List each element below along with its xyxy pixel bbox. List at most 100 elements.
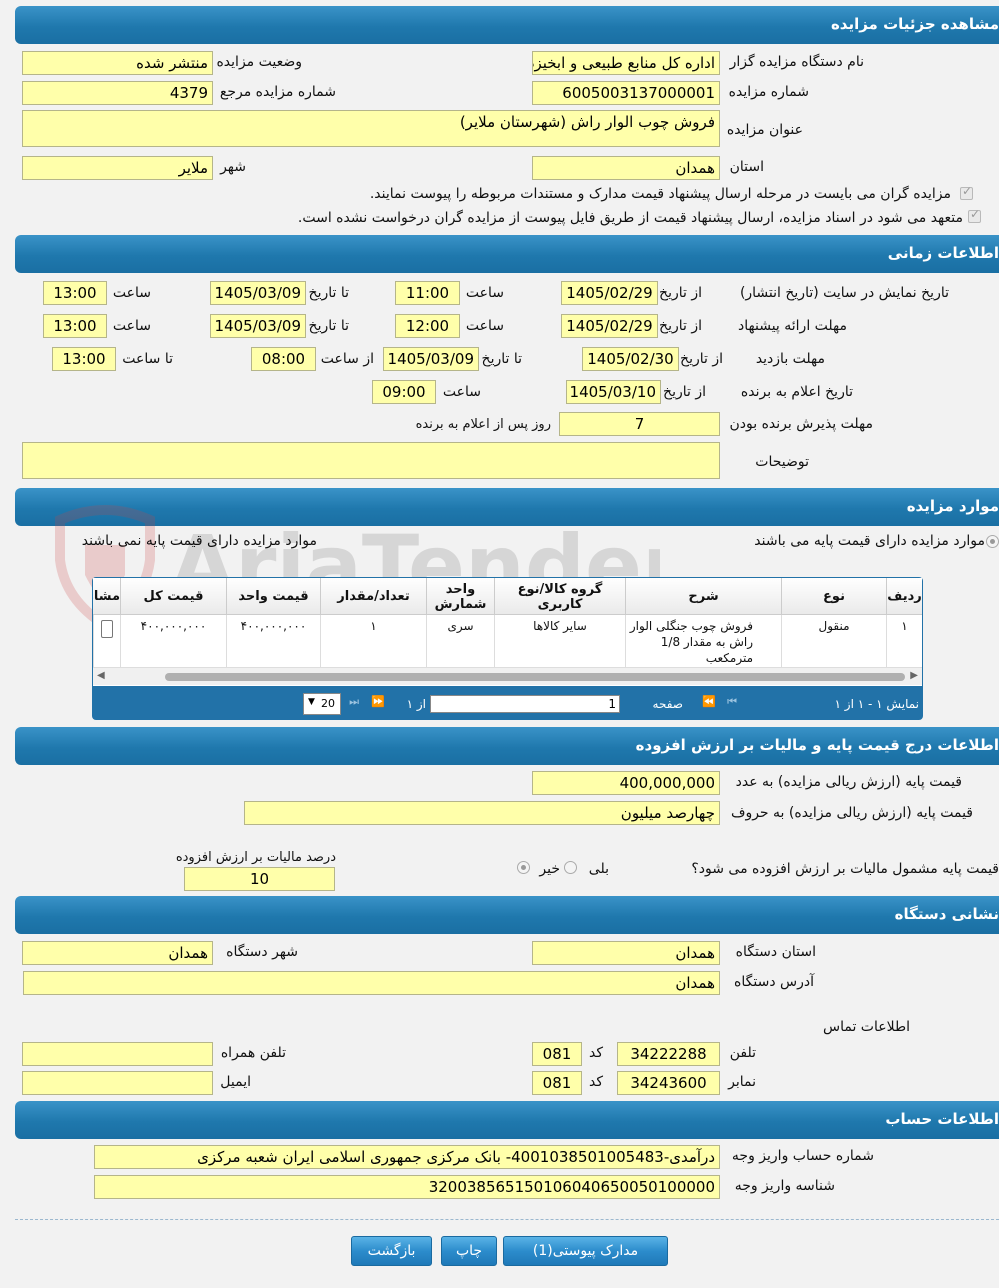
- pager-first-icon[interactable]: ⏮: [727, 695, 737, 709]
- no-attach-text: متعهد می شود در اسناد مزایده، ارسال پیشن…: [297, 210, 963, 226]
- ref-field[interactable]: 4379: [22, 81, 213, 105]
- price-words-field[interactable]: چهارصد میلیون: [244, 801, 720, 825]
- display-from-time-label: ساعت: [465, 285, 504, 301]
- pager-size-select[interactable]: ▼ 20: [303, 693, 341, 715]
- display-from-field[interactable]: 1405/02/29: [561, 281, 658, 305]
- display-to-field[interactable]: 1405/03/09: [210, 281, 306, 305]
- cell-total: ۴۰۰,۰۰۰,۰۰۰: [120, 615, 226, 667]
- status-label: وضعیت مزایده: [216, 54, 302, 70]
- attachments-button[interactable]: مدارک پیوستی(1): [503, 1236, 668, 1266]
- col-view[interactable]: مشاهده: [93, 578, 120, 615]
- announce-time-field[interactable]: 09:00: [372, 380, 436, 404]
- vat-pct-label: درصد مالیات بر ارزش افزوده: [175, 850, 336, 865]
- attach-required-checkbox[interactable]: [960, 184, 973, 200]
- no-attach-checkbox[interactable]: [968, 207, 981, 223]
- deposit-id-label: شناسه واریز وجه: [734, 1178, 835, 1194]
- visit-to-time-label: تا ساعت: [122, 351, 173, 367]
- offer-from-time-field[interactable]: 12:00: [395, 314, 460, 338]
- phone-code-field[interactable]: 081: [532, 1042, 582, 1066]
- view-doc-icon[interactable]: [101, 620, 113, 638]
- city-field[interactable]: ملایر: [22, 156, 213, 180]
- display-to-label: تا تاریخ: [308, 285, 349, 301]
- attach-required-text: مزایده گران می بایست در مرحله ارسال پیشن…: [369, 186, 951, 202]
- addr-city-label: شهر دستگاه: [226, 944, 298, 960]
- accept-field[interactable]: 7: [559, 412, 720, 436]
- scroll-right-icon[interactable]: ▶: [910, 670, 918, 681]
- pager-prev-icon[interactable]: ⏪: [702, 695, 716, 708]
- section-header-details: مشاهده جزئیات مزایده: [15, 6, 999, 44]
- col-group[interactable]: گروه کالا/نوع کاربری: [494, 578, 625, 615]
- fax-label: نمابر: [728, 1074, 756, 1090]
- pager-page-input[interactable]: 1: [430, 695, 620, 713]
- phone-field[interactable]: 34222288: [617, 1042, 720, 1066]
- display-to-time-field[interactable]: 13:00: [43, 281, 107, 305]
- col-row[interactable]: ردیف: [886, 578, 922, 615]
- province-label: استان: [729, 159, 764, 175]
- org-field[interactable]: اداره کل منابع طبیعی و ابخیزداری استان ه…: [532, 51, 720, 75]
- offer-to-field[interactable]: 1405/03/09: [210, 314, 306, 338]
- col-unit-price[interactable]: قیمت واحد: [226, 578, 320, 615]
- visit-from-field[interactable]: 1405/02/30: [582, 347, 679, 371]
- title-field[interactable]: فروش چوب الوار راش (شهرستان ملایر): [22, 110, 720, 147]
- announce-from-label: از تاریخ: [663, 384, 706, 400]
- display-label: تاریخ نمایش در سایت (تاریخ انتشار): [739, 285, 949, 301]
- addr-city-field[interactable]: همدان: [22, 941, 213, 965]
- account-field[interactable]: درآمدی-4001038501005483- بانک مرکزی جمهو…: [94, 1145, 720, 1169]
- visit-from-label: از تاریخ: [680, 351, 723, 367]
- pager-page-label: صفحه: [652, 697, 683, 711]
- col-type[interactable]: نوع: [781, 578, 886, 615]
- display-from-label: از تاریخ: [659, 285, 702, 301]
- province-field[interactable]: همدان: [532, 156, 720, 180]
- mobile-label: تلفن همراه: [220, 1045, 286, 1061]
- grid-scrollbar[interactable]: ◀ ▶: [93, 667, 922, 685]
- scroll-left-icon[interactable]: ◀: [97, 670, 105, 681]
- number-field[interactable]: 6005003137000001: [532, 81, 720, 105]
- vat-no-radio[interactable]: [517, 861, 530, 874]
- col-total[interactable]: قیمت کل: [120, 578, 226, 615]
- notes-label: توضیحات: [755, 454, 809, 470]
- deposit-id-field[interactable]: 320038565150106040650050100000: [94, 1175, 720, 1199]
- section-header-account: اطلاعات حساب: [15, 1101, 999, 1139]
- scroll-thumb[interactable]: [165, 673, 905, 681]
- email-field[interactable]: [22, 1071, 213, 1095]
- offer-to-label: تا تاریخ: [308, 318, 349, 334]
- pager-next-icon[interactable]: ⏩: [371, 695, 385, 708]
- cell-desc: فروش چوب جنگلی الوار راش به مقدار 1/8 مت…: [625, 615, 781, 667]
- pager-last-icon[interactable]: ⏭: [349, 695, 359, 709]
- addr-field[interactable]: همدان: [23, 971, 720, 995]
- print-button[interactable]: چاپ: [441, 1236, 497, 1266]
- notes-field[interactable]: [22, 442, 720, 479]
- offer-to-time-field[interactable]: 13:00: [43, 314, 107, 338]
- announce-date-field[interactable]: 1405/03/10: [566, 380, 661, 404]
- ref-label: شماره مزایده مرجع: [219, 84, 336, 100]
- offer-from-field[interactable]: 1405/02/29: [561, 314, 658, 338]
- col-desc[interactable]: شرح: [625, 578, 781, 615]
- display-from-time-field[interactable]: 11:00: [395, 281, 460, 305]
- accept-suffix: روز پس از اعلام به برنده: [415, 417, 551, 432]
- col-unit[interactable]: واحد شمارش: [426, 578, 494, 615]
- col-qty[interactable]: تعداد/مقدار: [320, 578, 426, 615]
- pager-showing: نمایش ۱ - ۱ از ۱: [834, 697, 919, 711]
- visit-to-time-field[interactable]: 13:00: [52, 347, 116, 371]
- visit-to-field[interactable]: 1405/03/09: [383, 347, 479, 371]
- price-num-field[interactable]: 400,000,000: [532, 771, 720, 795]
- with-base-price-radio[interactable]: [986, 535, 999, 548]
- back-button[interactable]: بازگشت: [351, 1236, 432, 1266]
- addr-province-field[interactable]: همدان: [532, 941, 720, 965]
- vat-pct-field[interactable]: 10: [184, 867, 335, 891]
- cell-view: [93, 615, 120, 667]
- status-field[interactable]: منتشر شده: [22, 51, 213, 75]
- fax-field[interactable]: 34243600: [617, 1071, 720, 1095]
- fax-code-field[interactable]: 081: [532, 1071, 582, 1095]
- section-header-price: اطلاعات درج قیمت پایه و مالیات بر ارزش ا…: [15, 727, 999, 765]
- accept-label: مهلت پذیرش برنده بودن: [729, 416, 874, 432]
- items-grid: ردیف نوع شرح گروه کالا/نوع کاربری واحد ش…: [92, 577, 923, 720]
- vat-yes-radio[interactable]: [564, 861, 577, 874]
- mobile-field[interactable]: [22, 1042, 213, 1066]
- pager-of-label: از ۱: [406, 697, 426, 711]
- visit-from-time-field[interactable]: 08:00: [251, 347, 316, 371]
- phone-label: تلفن: [729, 1045, 756, 1061]
- visit-label: مهلت بازدید: [755, 351, 825, 367]
- cell-type: منقول: [781, 615, 886, 667]
- offer-from-label: از تاریخ: [659, 318, 702, 334]
